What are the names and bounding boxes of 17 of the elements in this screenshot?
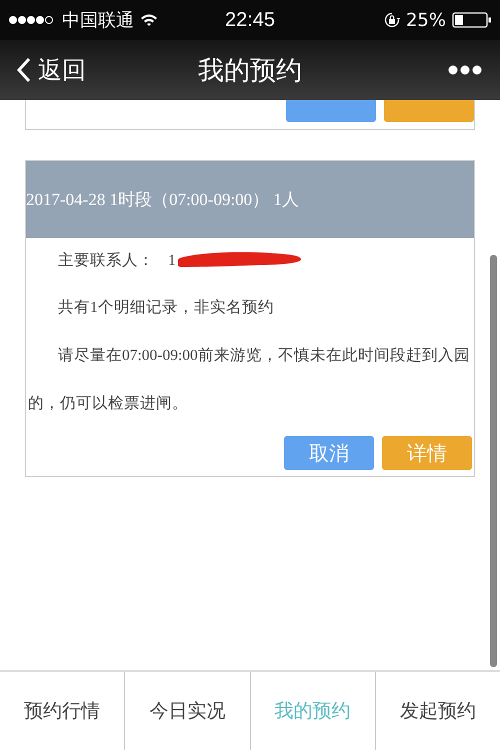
wifi-icon — [140, 13, 158, 27]
contact-label: 主要联系人： — [58, 252, 154, 269]
clock-time: 22:45 — [225, 8, 276, 32]
signal-icon — [8, 15, 56, 25]
more-icon — [448, 65, 482, 75]
record-summary: 共有1个明细记录，非实名预约 — [57, 298, 275, 318]
contact-value: 1 — [168, 252, 176, 269]
carrier-name: 中国联通 — [62, 9, 134, 32]
page-title: 我的预约 — [198, 54, 302, 88]
visit-notice: 请尽量在07:00-09:00前来游览，不慎未在此时间段赶到入园的，仍可以检票进闸。 — [28, 346, 471, 414]
more-button[interactable] — [448, 65, 482, 75]
reservation-header: 2017-04-28 1时段（07:00-09:00） 1人 — [26, 161, 474, 238]
rotation-lock-icon — [384, 12, 400, 28]
battery-percent: 25% — [406, 10, 446, 30]
chevron-icon — [16, 57, 32, 83]
battery-icon — [452, 12, 492, 28]
back-button[interactable]: 返回 — [16, 54, 86, 86]
